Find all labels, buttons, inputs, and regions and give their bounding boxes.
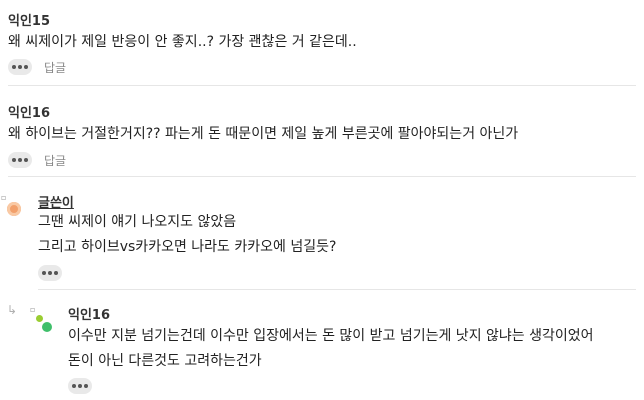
avatar bbox=[7, 202, 21, 216]
reply-arrow-icon: ↳ bbox=[7, 303, 18, 317]
comment-item-author: ▫ 글쓴이 그땐 씨제이 얘기 나오지도 않았음 그리고 하이브vs카카오면 나… bbox=[0, 177, 644, 290]
more-options-button[interactable] bbox=[38, 265, 62, 281]
more-options-button[interactable] bbox=[68, 378, 92, 394]
comment-text: 이수만 지분 넘기는건데 이수만 입장에서는 돈 많이 받고 넘기는게 낫지 않… bbox=[68, 328, 594, 344]
comment-author: 익인16 bbox=[8, 106, 51, 121]
comment-text: 왜 씨제이가 제일 반응이 안 좋지..? 가장 괜찮은 거 같은데.. bbox=[8, 34, 357, 50]
thread-marker-icon: ▫ bbox=[30, 305, 36, 314]
comment-author: 익인15 bbox=[8, 14, 51, 29]
avatar bbox=[42, 322, 52, 332]
comment-text: 돈이 아닌 다른것도 고려하는건가 bbox=[68, 353, 262, 369]
more-dots-icon bbox=[42, 271, 46, 275]
more-options-button[interactable] bbox=[8, 152, 32, 168]
comment-item: 익인16 왜 하이브는 거절한거지?? 파는게 돈 때문이면 제일 높게 부른곳… bbox=[0, 86, 644, 177]
comment-author: 글쓴이 bbox=[38, 196, 74, 211]
comment-text: 왜 하이브는 거절한거지?? 파는게 돈 때문이면 제일 높게 부른곳에 팔아야… bbox=[8, 126, 519, 142]
more-dots-icon bbox=[12, 65, 16, 69]
comment-item: 익인15 왜 씨제이가 제일 반응이 안 좋지..? 가장 괜찮은 거 같은데.… bbox=[0, 0, 644, 86]
comment-author: 익인16 bbox=[68, 308, 111, 323]
comment-text: 그리고 하이브vs카카오면 나라도 카카오에 넘길듯? bbox=[38, 239, 337, 255]
avatar-small bbox=[36, 315, 43, 322]
comment-text: 그땐 씨제이 얘기 나오지도 않았음 bbox=[38, 214, 237, 230]
thread-marker-icon: ▫ bbox=[1, 193, 7, 202]
more-dots-icon bbox=[72, 384, 76, 388]
reply-button[interactable]: 답글 bbox=[44, 152, 66, 169]
comment-item-reply: ↳ ▫ 익인16 이수만 지분 넘기는건데 이수만 입장에서는 돈 많이 받고 … bbox=[0, 290, 644, 400]
more-dots-icon bbox=[12, 158, 16, 162]
more-options-button[interactable] bbox=[8, 59, 32, 75]
reply-button[interactable]: 답글 bbox=[44, 59, 66, 76]
